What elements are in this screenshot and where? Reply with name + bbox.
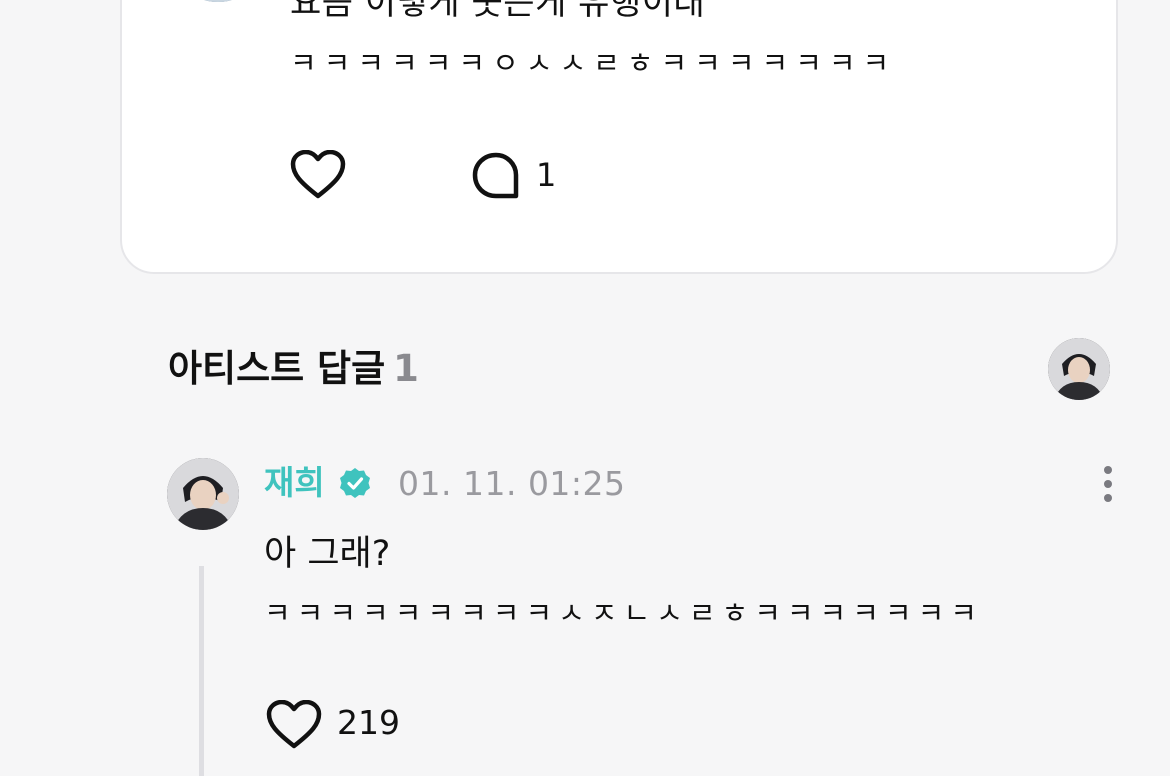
post-text-line2: ㅋㅋㅋㅋㅋㅋㅇㅅㅅㄹㅎㅋㅋㅋㅋㅋㅋㅋ	[290, 46, 897, 80]
heart-icon[interactable]	[266, 700, 322, 750]
more-vertical-icon[interactable]	[1094, 462, 1122, 506]
verified-badge-icon	[340, 468, 370, 498]
reply-author-avatar[interactable]	[167, 458, 239, 530]
reply-thread-line	[199, 566, 204, 776]
avatar-image	[170, 0, 266, 2]
reply-avatar-image	[167, 458, 239, 530]
reply-text-line1: 아 그래?	[264, 534, 391, 574]
artist-replies-count: 1	[393, 347, 419, 390]
reply-timestamp: 01. 11. 01:25	[398, 464, 626, 503]
user-avatar[interactable]	[170, 0, 266, 2]
fan-post-card[interactable]: 요즘 이렇게 웃는게 유행이래 ㅋㅋㅋㅋㅋㅋㅇㅅㅅㄹㅎㅋㅋㅋㅋㅋㅋㅋ 1	[120, 0, 1118, 274]
reply-text-line2: ㅋㅋㅋㅋㅋㅋㅋㅋㅋㅅㅈㄴㅅㄹㅎㅋㅋㅋㅋㅋㅋㅋ	[264, 596, 983, 630]
artist-avatar-image	[1048, 338, 1110, 400]
comment-count: 1	[536, 156, 557, 194]
reply-like-count: 219	[337, 703, 400, 742]
comment-bubble-icon[interactable]	[470, 150, 522, 202]
artist-replies-title: 아티스트 답글	[168, 347, 386, 390]
heart-icon[interactable]	[290, 150, 346, 200]
artist-avatar[interactable]	[1048, 338, 1110, 400]
reply-author-name[interactable]: 재희	[264, 460, 325, 506]
artist-replies-header: 아티스트 답글 1	[168, 345, 419, 393]
post-text-line1: 요즘 이렇게 웃는게 유행이래	[290, 0, 706, 23]
